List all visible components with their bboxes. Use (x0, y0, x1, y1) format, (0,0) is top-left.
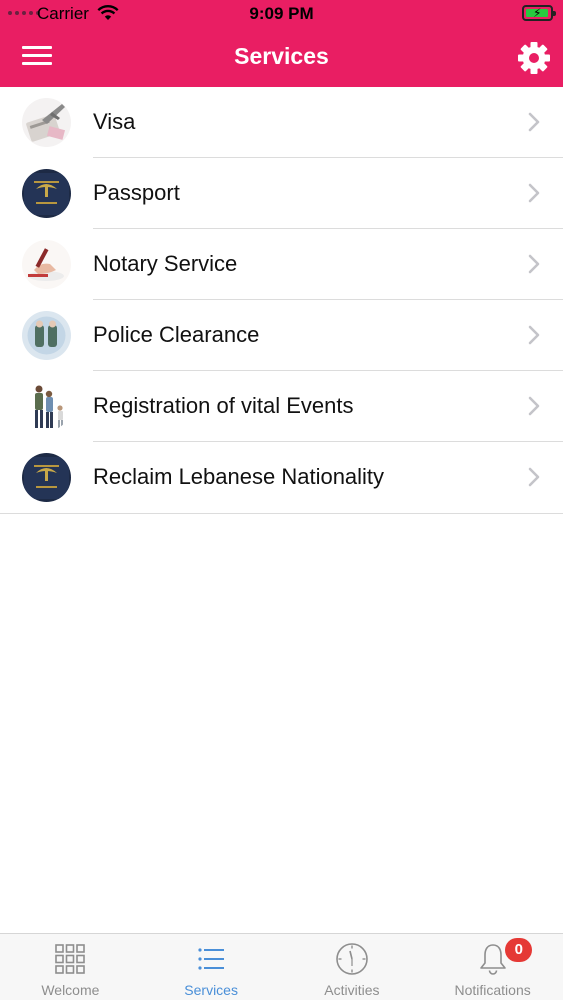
passport-thumbnail (22, 169, 71, 218)
chevron-right-icon (528, 254, 540, 274)
top-bar: Carrier 9:09 PM ⚡ Services (0, 0, 563, 87)
service-row-visa[interactable]: Visa (0, 87, 563, 158)
status-time: 9:09 PM (249, 4, 314, 23)
service-label: Police Clearance (93, 322, 260, 347)
tab-label: Activities (324, 982, 380, 998)
tab-notifications[interactable]: 0 Notifications (422, 934, 563, 1000)
tab-activities[interactable]: Activities (282, 934, 423, 1000)
tab-label: Services (184, 982, 238, 998)
family-thumbnail (22, 382, 71, 431)
service-label: Reclaim Lebanese Nationality (93, 464, 385, 489)
battery-icon: ⚡ (522, 5, 556, 21)
chevron-right-icon (528, 325, 540, 345)
grid-icon (55, 944, 86, 974)
visa-thumbnail (22, 98, 71, 147)
gear-icon[interactable] (517, 41, 551, 75)
tab-label: Welcome (41, 982, 100, 998)
chevron-right-icon (528, 467, 540, 487)
service-label: Passport (93, 180, 180, 205)
chevron-right-icon (528, 183, 540, 203)
services-list: Visa Passport Notary Service Police Clea… (0, 87, 563, 514)
tab-welcome[interactable]: Welcome (0, 934, 141, 1000)
service-label: Visa (93, 109, 136, 134)
passport-thumbnail (22, 453, 71, 502)
chevron-right-icon (528, 112, 540, 132)
service-label: Notary Service (93, 251, 238, 276)
police-clearance-thumbnail (22, 311, 71, 360)
notification-badge: 0 (505, 938, 533, 962)
tab-services[interactable]: Services (141, 934, 282, 1000)
service-row-notary[interactable]: Notary Service (0, 229, 563, 300)
service-row-passport[interactable]: Passport (0, 158, 563, 229)
service-row-vital-events[interactable]: Registration of vital Events (0, 371, 563, 442)
list-icon (198, 948, 225, 970)
service-label: Registration of vital Events (93, 393, 354, 418)
tab-bar: Welcome Services Activities 0 Notificati… (0, 933, 563, 1000)
tab-label: Notifications (454, 982, 531, 998)
service-row-reclaim-nationality[interactable]: Reclaim Lebanese Nationality (0, 442, 563, 513)
page-title: Services (234, 43, 329, 69)
status-bar: Carrier 9:09 PM ⚡ (0, 0, 563, 28)
notary-thumbnail (22, 240, 71, 289)
clock-icon (336, 943, 368, 975)
chevron-right-icon (528, 396, 540, 416)
service-row-police-clearance[interactable]: Police Clearance (0, 300, 563, 371)
